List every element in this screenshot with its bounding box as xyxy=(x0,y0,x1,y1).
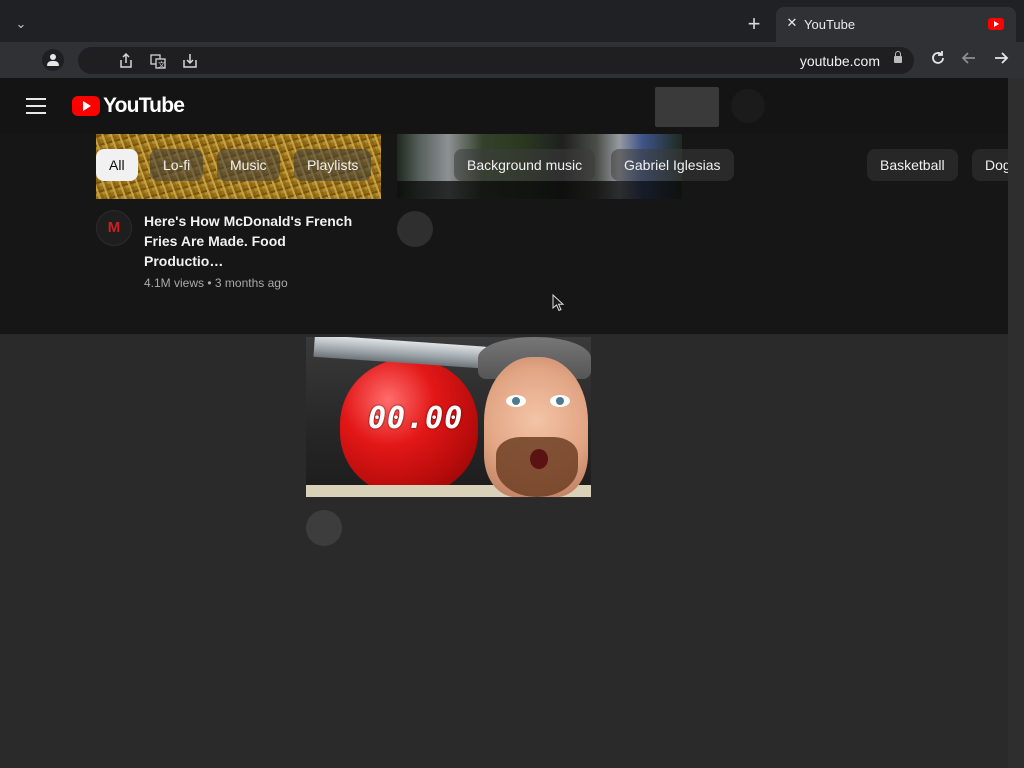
video-thumbnail-apple[interactable]: 00.00 xyxy=(306,337,591,497)
mouse-cursor-icon xyxy=(552,294,565,312)
chip-background-music[interactable]: Background music xyxy=(454,149,596,181)
youtube-logo-text[interactable]: YouTube xyxy=(103,94,185,118)
left-eye-graphic xyxy=(506,395,526,407)
forward-icon[interactable] xyxy=(990,49,1012,71)
right-eye-graphic xyxy=(550,395,570,407)
chip-bar: All Lo-fi Music Playlists Background mus… xyxy=(96,149,1008,181)
translate-icon[interactable]: 文 xyxy=(150,53,166,69)
tab-title: YouTube xyxy=(804,17,856,32)
lock-icon[interactable] xyxy=(894,51,902,63)
chip-music[interactable]: Music xyxy=(217,149,280,181)
avatar-placeholder-skeleton-3 xyxy=(306,510,342,546)
svg-text:文: 文 xyxy=(158,60,165,69)
close-tab-icon[interactable]: ✕ xyxy=(785,16,799,30)
tab-strip: ⌄ + ✕ YouTube xyxy=(0,0,1024,42)
upload-age: 3 months ago xyxy=(214,276,288,290)
video-title[interactable]: Here's How McDonald's French Fries Are M… xyxy=(144,211,369,271)
thumbnail-timer-text: 00.00 xyxy=(368,401,464,436)
share-icon[interactable] xyxy=(118,52,134,69)
hover-preview-panel: All Lo-fi Music Playlists Background mus… xyxy=(0,134,1008,334)
tab-search-dropdown-icon[interactable]: ⌄ xyxy=(10,13,32,35)
chip-all[interactable]: All xyxy=(96,149,138,181)
address-bar[interactable]: 文 youtube.com xyxy=(78,47,914,74)
browser-toolbar: 文 youtube.com xyxy=(0,42,1024,78)
channel-initial: M xyxy=(107,219,121,236)
chip-playlists[interactable]: Playlists xyxy=(294,149,372,181)
chip-basketball[interactable]: Basketball xyxy=(867,149,958,181)
url-text[interactable]: youtube.com xyxy=(800,53,880,69)
new-tab-button[interactable]: + xyxy=(743,13,765,35)
chip-dog[interactable]: Dog xyxy=(972,149,1008,181)
chip-gabriel-iglesias[interactable]: Gabriel Iglesias xyxy=(611,149,734,181)
profile-icon[interactable] xyxy=(42,49,64,71)
chip-lofi[interactable]: Lo-fi xyxy=(150,149,204,181)
youtube-logo-icon[interactable] xyxy=(72,96,100,116)
meta-separator: • xyxy=(207,276,212,290)
youtube-masthead: YouTube xyxy=(0,78,1008,134)
download-icon[interactable] xyxy=(182,53,198,69)
tab-youtube[interactable]: ✕ YouTube xyxy=(776,7,1016,42)
page-scrollbar[interactable] xyxy=(1008,78,1024,768)
youtube-favicon-icon xyxy=(988,18,1004,30)
avatar-placeholder-skeleton xyxy=(731,89,765,123)
avatar-placeholder-skeleton-2 xyxy=(397,211,433,247)
video-metadata: 4.1M views • 3 months ago xyxy=(144,276,288,290)
hamburger-menu-icon[interactable] xyxy=(26,98,46,114)
back-icon[interactable] xyxy=(958,49,980,71)
mouth-graphic xyxy=(530,449,548,469)
view-count: 4.1M views xyxy=(144,276,205,290)
youtube-page: YouTube All Lo-fi Music Playlists Backgr… xyxy=(0,78,1008,768)
search-placeholder-skeleton xyxy=(655,87,719,127)
reload-icon[interactable] xyxy=(927,49,949,71)
channel-avatar[interactable]: M xyxy=(96,210,132,246)
